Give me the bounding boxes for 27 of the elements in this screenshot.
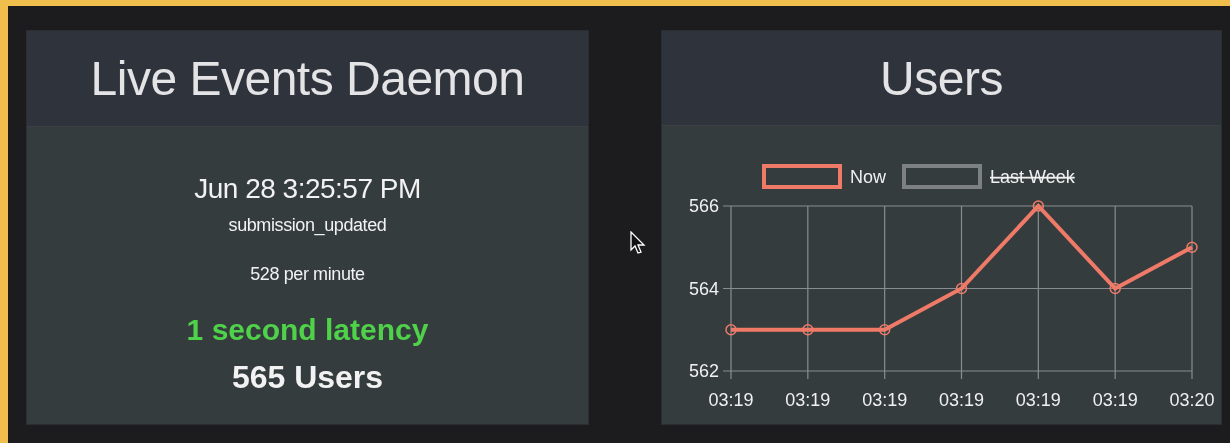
x-axis-label: 03:19 [1092, 390, 1138, 410]
x-axis-label: 03:20 [1169, 390, 1215, 410]
y-axis-label: 566 [688, 196, 719, 216]
legend-item[interactable]: Last Week [902, 164, 1075, 189]
pointer-icon [630, 231, 646, 255]
event-name: submission_updated [228, 215, 387, 236]
panel-title: Users [880, 50, 1003, 106]
y-axis-label: 564 [688, 278, 719, 299]
point [802, 324, 814, 336]
y-axis-label: 562 [688, 361, 719, 381]
point [1109, 282, 1121, 295]
point [955, 282, 968, 295]
x-axis-label: 03:19 [939, 390, 984, 410]
point [878, 324, 891, 336]
x-axis-label: 03:19 [862, 390, 908, 410]
legend-label: Now [850, 167, 888, 187]
x-axis-label: 03:19 [708, 390, 754, 410]
event-rate: 528 per minute [250, 264, 365, 285]
x-axis-label: 03:19 [785, 390, 831, 410]
panel-title: Live Events Daemon [90, 51, 525, 106]
event-timestamp: Jun 28 3:25:57 PM [194, 173, 421, 205]
point [725, 324, 737, 336]
user-count: 565 Users [231, 359, 384, 396]
latency-text: 1 second latency [186, 313, 429, 347]
x-axis-label: 03:19 [1015, 390, 1061, 410]
point [1032, 200, 1045, 212]
point [1186, 241, 1198, 253]
